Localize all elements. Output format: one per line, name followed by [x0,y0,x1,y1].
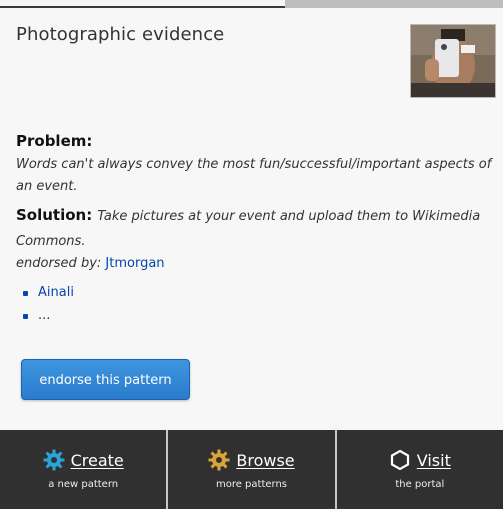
bullet [23,291,28,296]
gear-icon [43,449,65,471]
visit-sub: the portal [395,479,445,490]
endorser-link-jtmorgan[interactable]: Jtmorgan [105,256,164,271]
endorser-more: ... [38,308,51,323]
list-item: Ainali [20,283,74,306]
endorser-list: Ainali ... [20,283,74,329]
footer-browse[interactable]: Browse more patterns [166,430,334,509]
tab-underline [0,6,285,8]
browse-link[interactable]: Browse [236,451,294,470]
bullet [23,314,28,319]
top-tab-bar [0,0,503,8]
problem-label: Problem: [16,132,93,150]
endorsed-by-label: endorsed by: [16,256,102,271]
endorse-button[interactable]: endorse this pattern [21,359,190,400]
tab-inactive[interactable] [285,0,503,8]
footer-visit[interactable]: Visit the portal [334,430,503,509]
visit-link[interactable]: Visit [417,451,451,470]
endorser-link-ainali[interactable]: Ainali [38,285,74,300]
hexagon-icon [389,449,411,471]
list-item: ... [20,306,74,329]
pattern-photo [410,24,496,98]
create-sub: a new pattern [48,479,119,490]
footer-nav: Create a new pattern Browse more pattern… [0,430,503,509]
page-title: Photographic evidence [16,24,225,45]
create-link[interactable]: Create [71,451,124,470]
endorsed-by: endorsed by: Jtmorgan [16,256,165,271]
solution-block: Solution: Take pictures at your event an… [16,203,494,253]
problem-text: Words can't always convey the most fun/s… [16,157,492,194]
gear-icon [208,449,230,471]
footer-create[interactable]: Create a new pattern [0,430,166,509]
solution-label: Solution: [16,206,93,224]
browse-sub: more patterns [215,479,288,490]
